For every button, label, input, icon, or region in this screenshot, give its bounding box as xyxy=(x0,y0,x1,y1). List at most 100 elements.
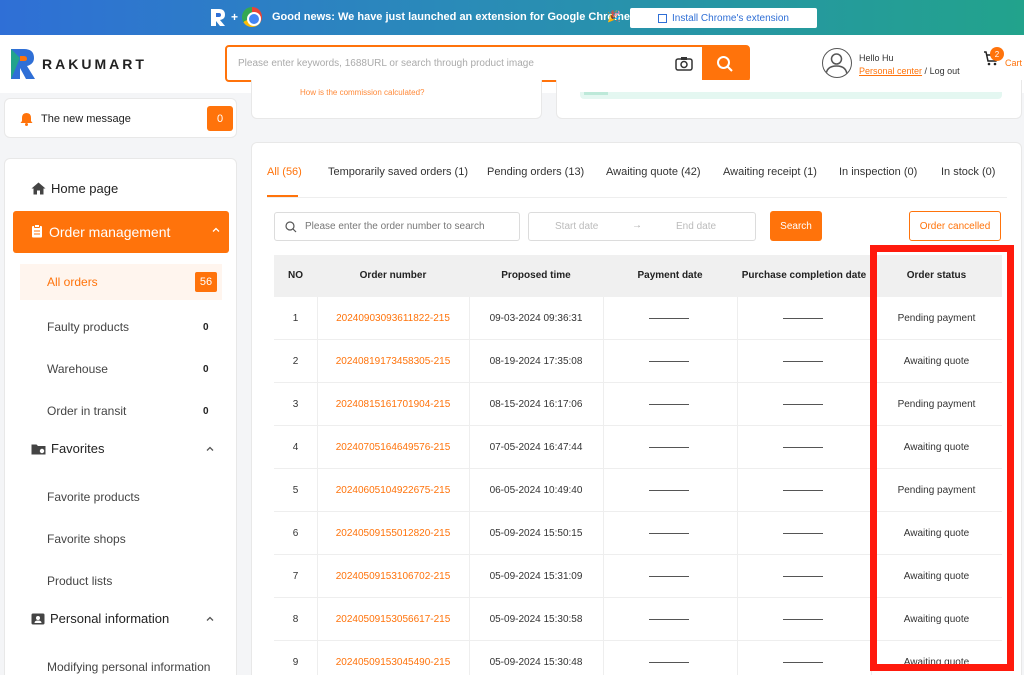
cell-no: 5 xyxy=(292,485,299,496)
clipboard-icon xyxy=(32,224,42,238)
order-tabs: All (56) Temporarily saved orders (1) Pe… xyxy=(252,143,1021,199)
install-extension-button[interactable]: Install Chrome's extension xyxy=(630,8,817,28)
order-number-search-input[interactable] xyxy=(305,221,505,232)
product-search-button[interactable] xyxy=(702,47,748,80)
sidebar-item-order-management[interactable]: Order management xyxy=(13,211,229,253)
tabs-divider xyxy=(267,197,1007,198)
completion-date-empty xyxy=(783,662,823,663)
warehouse-count: 0 xyxy=(203,364,209,375)
cell-proposed-time: 08-19-2024 17:35:08 xyxy=(489,356,583,367)
tab-in-inspection[interactable]: In inspection (0) xyxy=(839,166,917,178)
sidebar-item-faulty-products[interactable]: Faulty products xyxy=(47,320,129,334)
sidebar-item-favorite-products[interactable]: Favorite products xyxy=(47,490,140,504)
tab-pending-orders[interactable]: Pending orders (13) xyxy=(487,166,584,178)
column-header-payment-date: Payment date xyxy=(637,270,703,281)
order-number-link[interactable]: 20240509155012820-215 xyxy=(317,528,469,539)
sidebar-item-favorites[interactable]: Favorites xyxy=(31,441,104,456)
product-search-input[interactable] xyxy=(227,47,666,80)
sidebar-item-favorites-label: Favorites xyxy=(51,441,105,456)
date-range-picker[interactable]: Start date → End date xyxy=(528,212,756,241)
order-number-link[interactable]: 20240509153056617-215 xyxy=(317,614,469,625)
order-status-highlight xyxy=(870,245,1014,671)
cell-no: 8 xyxy=(292,614,299,625)
sidebar-item-all-orders-label: All orders xyxy=(47,275,98,289)
sidebar-item-warehouse[interactable]: Warehouse xyxy=(47,362,108,376)
order-number-link[interactable]: 20240509153106702-215 xyxy=(317,571,469,582)
sidebar-item-product-lists[interactable]: Product lists xyxy=(47,574,112,588)
new-message-label: The new message xyxy=(41,113,131,125)
order-number-link[interactable]: 20240705164649576-215 xyxy=(317,442,469,453)
payment-date-empty xyxy=(649,490,689,491)
sidebar-item-home-label: Home page xyxy=(51,181,119,196)
cell-no: 7 xyxy=(292,571,299,582)
chevron-up-icon[interactable] xyxy=(205,444,215,454)
all-orders-count-badge: 56 xyxy=(195,272,217,292)
sidebar-item-personal-information[interactable]: Personal information xyxy=(31,611,169,626)
cell-no: 6 xyxy=(292,528,299,539)
tab-in-stock[interactable]: In stock (0) xyxy=(941,166,995,178)
sidebar-item-modifying-personal-information[interactable]: Modifying personal information xyxy=(47,660,210,674)
tab-awaiting-quote[interactable]: Awaiting quote (42) xyxy=(606,166,701,178)
column-divider xyxy=(737,297,738,675)
image-search-button[interactable] xyxy=(666,47,702,80)
cell-proposed-time: 05-09-2024 15:30:48 xyxy=(489,657,583,668)
cart-button[interactable]: 2 Cart xyxy=(983,47,1022,71)
column-divider xyxy=(603,297,604,675)
column-header-proposed-time: Proposed time xyxy=(501,270,571,281)
column-header-no: NO xyxy=(288,270,303,281)
logout-link[interactable]: Log out xyxy=(930,66,960,76)
payment-date-empty xyxy=(649,318,689,319)
payment-date-empty xyxy=(649,576,689,577)
order-number-link[interactable]: 20240509153045490-215 xyxy=(317,657,469,668)
personal-center-link[interactable]: Personal center xyxy=(859,66,922,76)
search-button[interactable]: Search xyxy=(770,211,822,241)
chevron-up-icon xyxy=(212,227,220,232)
active-tab-indicator xyxy=(267,195,298,197)
order-number-link[interactable]: 20240819173458305-215 xyxy=(317,356,469,367)
cell-proposed-time: 05-09-2024 15:31:09 xyxy=(489,571,583,582)
order-in-transit-count: 0 xyxy=(203,406,209,417)
commission-card: How is the commission calculated? xyxy=(251,80,542,119)
order-number-link[interactable]: 20240815161701904-215 xyxy=(317,399,469,410)
sidebar-item-home[interactable]: Home page xyxy=(31,181,118,196)
banner-news-text: Good news: We have just launched an exte… xyxy=(272,11,630,23)
cell-proposed-time: 08-15-2024 16:17:06 xyxy=(489,399,583,410)
order-cancelled-button[interactable]: Order cancelled xyxy=(909,211,1001,241)
new-message-box[interactable]: The new message 0 xyxy=(4,98,237,138)
completion-date-empty xyxy=(783,447,823,448)
commission-question-link[interactable]: How is the commission calculated? xyxy=(300,88,425,97)
camera-icon xyxy=(675,57,693,71)
tab-temporarily-saved[interactable]: Temporarily saved orders (1) xyxy=(328,166,468,178)
order-search-box xyxy=(274,212,520,241)
chevron-up-icon[interactable] xyxy=(205,614,215,624)
payment-date-empty xyxy=(649,533,689,534)
cell-no: 2 xyxy=(292,356,299,367)
completion-date-empty xyxy=(783,576,823,577)
end-date-input[interactable]: End date xyxy=(676,221,716,232)
sidebar-item-all-orders[interactable]: All orders 56 xyxy=(20,264,222,300)
payment-date-empty xyxy=(649,662,689,663)
rakumart-logo[interactable]: RAKUMART xyxy=(10,48,147,80)
new-message-count: 0 xyxy=(207,106,233,131)
folder-icon xyxy=(31,444,46,454)
completion-date-empty xyxy=(783,404,823,405)
order-number-link[interactable]: 20240605104922675-215 xyxy=(317,485,469,496)
completion-date-empty xyxy=(783,361,823,362)
tab-all[interactable]: All (56) xyxy=(267,166,302,178)
completion-date-empty xyxy=(783,490,823,491)
column-header-order-number: Order number xyxy=(359,270,427,281)
order-number-link[interactable]: 20240903093611822-215 xyxy=(317,313,469,324)
start-date-input[interactable]: Start date xyxy=(555,221,598,232)
install-extension-label: Install Chrome's extension xyxy=(672,12,789,24)
avatar[interactable] xyxy=(822,48,852,78)
tab-awaiting-receipt[interactable]: Awaiting receipt (1) xyxy=(723,166,817,178)
rakumart-logo-icon xyxy=(11,49,35,79)
cart-label[interactable]: Cart xyxy=(1005,58,1022,68)
sidebar-item-favorite-shops[interactable]: Favorite shops xyxy=(47,532,126,546)
sidebar-item-order-in-transit[interactable]: Order in transit xyxy=(47,404,126,418)
completion-date-empty xyxy=(783,619,823,620)
payment-date-empty xyxy=(649,619,689,620)
column-header-purchase-completion-date: Purchase completion date xyxy=(741,270,867,281)
payment-date-empty xyxy=(649,361,689,362)
sidebar: Home page Order management All orders 56… xyxy=(4,158,237,675)
